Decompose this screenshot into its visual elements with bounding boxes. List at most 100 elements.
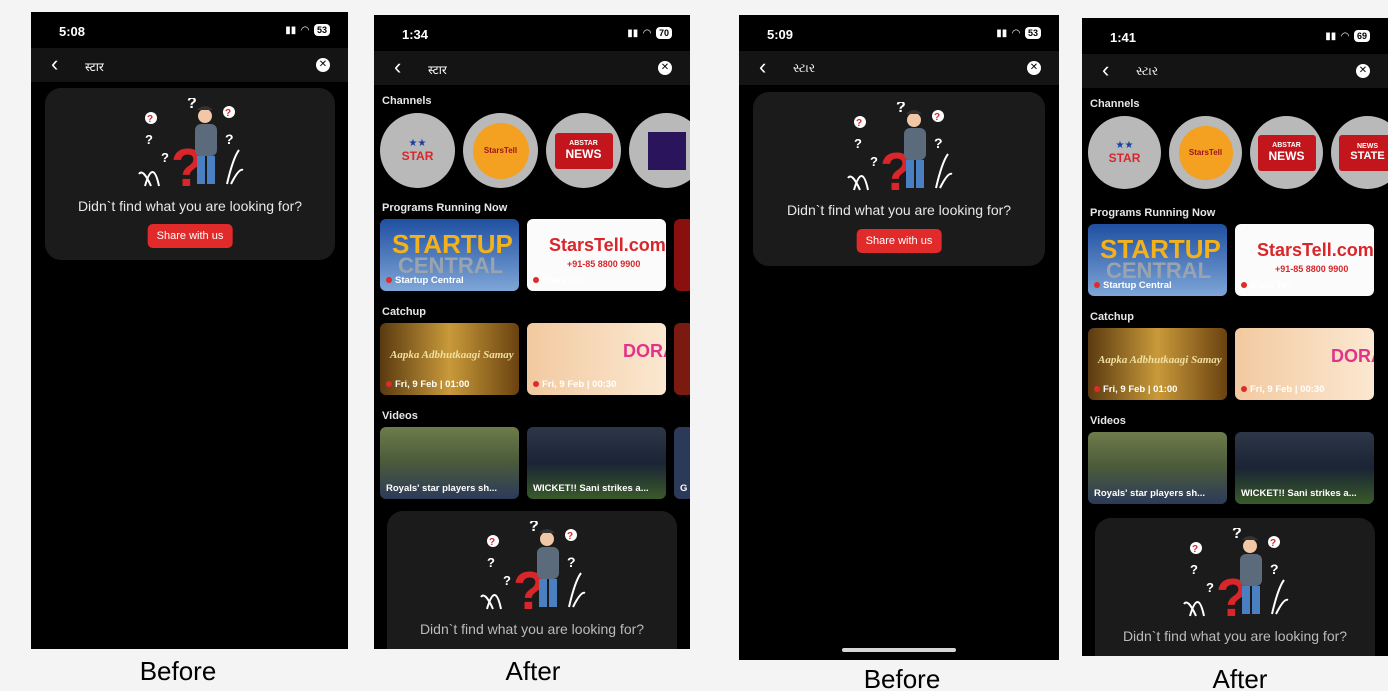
channel-item[interactable]: ABSTAR NEWS (546, 113, 621, 188)
status-bar: 5:09 ▮▮ ◠ 53 (739, 15, 1059, 51)
video-label: WICKET!! Sani strikes a... (1241, 488, 1357, 499)
section-title-videos: Videos (382, 410, 418, 422)
catchup-card[interactable]: Aapka Adbhutkaagi Samay Fri, 9 Feb | 01:… (380, 323, 519, 395)
channel-item[interactable] (629, 113, 690, 188)
wifi-icon: ◠ (301, 24, 309, 36)
video-card[interactable]: Royals' star players sh... (380, 427, 519, 499)
channel-item[interactable]: StarsTell (1169, 116, 1242, 189)
phone-screen-after-gujarati: 1:41 ▮▮ ◠ 69 ‹ સ્ટાર ✕ Channels ★★ STAR S… (1082, 18, 1388, 656)
program-card[interactable] (674, 219, 690, 291)
close-circle-icon[interactable]: ✕ (316, 58, 330, 72)
status-time: 1:41 (1110, 30, 1137, 45)
program-card[interactable]: STARTUP CENTRAL Startup Central (1088, 224, 1227, 296)
empty-message: Didn`t find what you are looking for? (419, 621, 645, 637)
status-bar: 1:41 ▮▮ ◠ 69 (1082, 18, 1388, 54)
catchup-card[interactable]: DORA Fri, 9 Feb | 00:30 (1235, 328, 1374, 400)
search-input[interactable]: સ્ટાર (1136, 64, 1158, 79)
status-time: 5:09 (767, 27, 794, 42)
chevron-left-icon[interactable]: ‹ (1102, 59, 1109, 81)
chevron-left-icon[interactable]: ‹ (394, 56, 401, 78)
channel-item[interactable]: ★★ STAR (380, 113, 455, 188)
close-circle-icon[interactable]: ✕ (1356, 64, 1370, 78)
channels-row: ★★ STAR StarsTell ABSTAR NEWS NEWS STATE (1088, 116, 1388, 189)
close-circle-icon[interactable]: ✕ (658, 61, 672, 75)
program-card[interactable]: STARTUP CENTRAL Startup Central (380, 219, 519, 291)
video-card[interactable]: Royals' star players sh... (1088, 432, 1227, 504)
section-title-videos: Videos (1090, 415, 1126, 427)
close-circle-icon[interactable]: ✕ (1027, 61, 1041, 75)
catchup-label: Fri, 9 Feb | 01:00 (1094, 384, 1177, 395)
section-title-catchup: Catchup (382, 306, 426, 318)
confused-person-illustration (138, 98, 244, 190)
channel-item[interactable]: StarsTell (463, 113, 538, 188)
status-time: 5:08 (59, 24, 86, 39)
video-card[interactable]: G (674, 427, 690, 499)
video-label: Royals' star players sh... (1094, 488, 1206, 499)
signal-icon: ▮▮ (627, 27, 639, 39)
chevron-left-icon[interactable]: ‹ (759, 56, 766, 78)
battery-indicator: 53 (313, 24, 330, 36)
empty-results-card: Didn`t find what you are looking for? (387, 511, 677, 649)
channel-item[interactable]: ★★ STAR (1088, 116, 1161, 189)
program-card[interactable]: StarsTell.com +91-85 8800 9900 Stars Tel… (527, 219, 666, 291)
channel-logo: NEWS STATE (1338, 134, 1388, 171)
status-time: 1:34 (402, 27, 429, 42)
program-label: Startup Central (1094, 280, 1172, 291)
video-card[interactable]: WICKET!! Sani strikes a... (1235, 432, 1374, 504)
channel-logo: ABSTAR NEWS (1257, 134, 1316, 171)
share-button[interactable]: Share with us (147, 224, 233, 248)
empty-message: Didn`t find what you are looking for? (786, 202, 1012, 218)
channel-logo: StarsTell (472, 122, 529, 179)
confused-person-illustration (1183, 528, 1289, 620)
channel-item[interactable]: NEWS STATE (1331, 116, 1388, 189)
videos-row: Royals' star players sh... WICKET!! Sani… (380, 427, 690, 499)
empty-results-card: Didn`t find what you are looking for? (1095, 518, 1375, 656)
program-label: Stars Tell (533, 275, 584, 286)
catchup-row: Aapka Adbhutkaagi Samay Fri, 9 Feb | 01:… (380, 323, 690, 395)
phone-screen-before-gujarati: 5:09 ▮▮ ◠ 53 ‹ સ્ટાર ✕ Didn`t find what … (739, 15, 1059, 660)
empty-results-card: Didn`t find what you are looking for? Sh… (753, 92, 1045, 266)
share-button[interactable]: Share with us (856, 229, 942, 253)
search-bar: ‹ સ્ટાર ✕ (739, 51, 1059, 85)
video-label: G (680, 483, 688, 494)
section-title-programs: Programs Running Now (382, 202, 508, 214)
section-title-channels: Channels (1090, 98, 1140, 110)
status-bar: 5:08 ▮▮ ◠ 53 (31, 12, 348, 48)
battery-indicator: 70 (655, 27, 672, 39)
section-title-catchup: Catchup (1090, 311, 1134, 323)
channel-item[interactable]: ABSTAR NEWS (1250, 116, 1323, 189)
caption-after-1: After (505, 656, 561, 686)
video-label: WICKET!! Sani strikes a... (533, 483, 649, 494)
programs-row: STARTUP CENTRAL Startup Central StarsTel… (1088, 224, 1374, 296)
phone-screen-after-hindi: 1:34 ▮▮ ◠ 70 ‹ स्टार ✕ Channels ★★ STAR S… (374, 15, 690, 649)
search-input[interactable]: स्टार (85, 58, 104, 75)
empty-message: Didn`t find what you are looking for? (77, 198, 303, 214)
battery-indicator: 69 (1353, 30, 1370, 42)
video-card[interactable]: WICKET!! Sani strikes a... (527, 427, 666, 499)
search-bar: ‹ स्टार ✕ (31, 48, 348, 82)
chevron-left-icon[interactable]: ‹ (51, 53, 58, 75)
catchup-card[interactable]: Aapka Adbhutkaagi Samay Fri, 9 Feb | 01:… (1088, 328, 1227, 400)
empty-results-card: Didn`t find what you are looking for? Sh… (45, 88, 335, 260)
videos-row: Royals' star players sh... WICKET!! Sani… (1088, 432, 1374, 504)
home-indicator[interactable] (842, 648, 956, 652)
catchup-card[interactable] (674, 323, 690, 395)
signal-icon: ▮▮ (285, 24, 297, 36)
caption-after-2: After (1212, 664, 1268, 691)
search-input[interactable]: સ્ટાર (793, 61, 815, 76)
channel-logo: ★★ STAR (401, 138, 434, 163)
programs-row: STARTUP CENTRAL Startup Central StarsTel… (380, 219, 690, 291)
section-title-channels: Channels (382, 95, 432, 107)
channel-logo: ABSTAR NEWS (554, 132, 613, 169)
battery-indicator: 53 (1024, 27, 1041, 39)
phone-screen-before-hindi: 5:08 ▮▮ ◠ 53 ‹ स्टार ✕ Didn`t find what … (31, 12, 348, 649)
signal-icon: ▮▮ (1325, 30, 1337, 42)
empty-message: Didn`t find what you are looking for? (1122, 628, 1348, 644)
wifi-icon: ◠ (1012, 27, 1020, 39)
catchup-card[interactable]: DORA Fri, 9 Feb | 00:30 (527, 323, 666, 395)
channel-logo: ★★ STAR (1108, 140, 1141, 165)
catchup-label: Fri, 9 Feb | 01:00 (386, 379, 469, 390)
program-card[interactable]: StarsTell.com +91-85 8800 9900 Stars Tel… (1235, 224, 1374, 296)
search-bar: ‹ સ્ટાર ✕ (1082, 54, 1388, 88)
search-input[interactable]: स्टार (428, 61, 447, 78)
